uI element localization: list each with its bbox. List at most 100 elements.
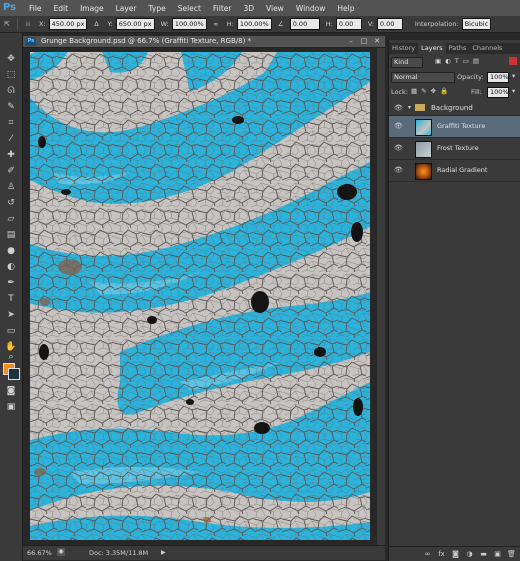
layer-row-radial[interactable]: 👁 Radial Gradient	[389, 160, 520, 182]
type-icon[interactable]: T	[5, 293, 17, 305]
link-icon[interactable]: ∞	[211, 19, 221, 29]
lock-icons[interactable]: ▦✎✥🔒	[411, 87, 452, 95]
menu-filter[interactable]: Filter	[213, 4, 232, 13]
x-label: X:	[39, 20, 46, 28]
canvas-area[interactable]	[23, 48, 385, 545]
h-field[interactable]: 100.00%	[236, 18, 272, 30]
graffiti-texture-image[interactable]	[30, 52, 370, 540]
zoom-icon[interactable]: ⌕	[5, 351, 17, 363]
gradient-icon[interactable]: ▤	[5, 229, 17, 241]
hskew-label: H:	[325, 20, 333, 28]
folder-icon	[415, 104, 425, 111]
close-icon[interactable]: ✕	[371, 37, 383, 46]
document-icon: Ps	[26, 37, 36, 46]
screen-mode-icon[interactable]: ▣	[5, 401, 17, 413]
group-icon[interactable]: ▬	[479, 550, 488, 559]
history-brush-icon[interactable]: ↺	[5, 197, 17, 209]
layer-row-frost[interactable]: 👁 Frost Texture	[389, 138, 520, 160]
vertical-scrollbar[interactable]	[377, 48, 385, 545]
zoom-level[interactable]: 66.67%	[27, 549, 52, 557]
fill-label: Fill:	[471, 88, 482, 96]
layer-name: Radial Gradient	[437, 166, 488, 174]
minimize-icon[interactable]: –	[345, 37, 357, 46]
menu-layer[interactable]: Layer	[116, 4, 137, 13]
layer-group-background[interactable]: 👁 ▾ Background	[389, 101, 520, 116]
maximize-icon[interactable]: □	[358, 37, 370, 46]
tab-paths[interactable]: Paths	[446, 43, 470, 54]
eyedropper-icon[interactable]: ⁄	[5, 133, 17, 145]
eraser-icon[interactable]: ▱	[5, 213, 17, 225]
menu-edit[interactable]: Edit	[54, 4, 69, 13]
y-field[interactable]: 650.00 px	[115, 18, 155, 30]
blur-icon[interactable]: ●	[5, 245, 17, 257]
layers-panel: History Layers Paths Channels Kind ▣◐T▭▤…	[388, 40, 520, 561]
mask-icon[interactable]: ◙	[451, 550, 460, 559]
path-select-icon[interactable]: ➤	[5, 309, 17, 321]
menu-help[interactable]: Help	[337, 4, 354, 13]
background-color-swatch[interactable]	[8, 368, 20, 380]
w-field[interactable]: 100.00%	[171, 18, 207, 30]
menu-image[interactable]: Image	[80, 4, 104, 13]
link-icon[interactable]: ∞	[423, 550, 432, 559]
menu-3d[interactable]: 3D	[243, 4, 254, 13]
graffiti-artwork	[30, 52, 370, 540]
hskew-field[interactable]: 0.00	[335, 18, 362, 30]
fx-icon[interactable]: fx	[437, 550, 446, 559]
filter-kind-select[interactable]: Kind	[391, 57, 423, 68]
quick-mask-icon[interactable]: ◙	[5, 385, 17, 397]
brush-icon[interactable]: ✐	[5, 165, 17, 177]
fill-dropdown-icon[interactable]: ▾	[512, 87, 515, 95]
lock-row: Lock: ▦✎✥🔒 Fill: 100% ▾	[391, 86, 519, 98]
new-layer-icon[interactable]: ▣	[493, 550, 502, 559]
document-tab[interactable]: Ps Grunge Background.psd @ 66.7% (Graffi…	[23, 36, 385, 48]
blend-mode-select[interactable]: Normal	[391, 72, 455, 83]
tab-layers[interactable]: Layers	[418, 43, 446, 54]
move-tool-icon[interactable]: ✥	[5, 53, 17, 65]
toolbox: ✥ ⬚ ᘏ ✎ ⌗ ⁄ ✚ ✐ ♙ ↺ ▱ ▤ ● ◐ ✒ T ➤ ▭ ✋ ⌕ …	[0, 33, 23, 561]
menu-file[interactable]: File	[29, 4, 42, 13]
vskew-field[interactable]: 0.00	[376, 18, 403, 30]
document-size: Doc: 3.35M/11.8M	[89, 549, 149, 557]
separator	[17, 18, 18, 30]
opacity-field[interactable]: 100%	[487, 72, 509, 83]
opacity-dropdown-icon[interactable]: ▾	[512, 72, 515, 80]
menu-select[interactable]: Select	[178, 4, 201, 13]
chevron-down-icon[interactable]: ▾	[408, 104, 411, 111]
eye-icon[interactable]: 👁	[394, 104, 403, 113]
quick-select-icon[interactable]: ✎	[5, 101, 17, 113]
menu-type[interactable]: Type	[149, 4, 166, 13]
lasso-icon[interactable]: ᘏ	[5, 85, 17, 97]
layer-thumbnail	[415, 141, 432, 158]
tool-preset-icon[interactable]: ⇱	[2, 19, 12, 29]
h-label: H:	[226, 20, 234, 28]
tab-channels[interactable]: Channels	[469, 43, 505, 54]
status-menu-icon[interactable]: ▶	[161, 549, 166, 556]
status-info-icon[interactable]: ◉	[57, 548, 65, 556]
marquee-icon[interactable]: ⬚	[5, 69, 17, 81]
eye-icon[interactable]: 👁	[394, 144, 403, 153]
layer-row-graffiti[interactable]: 👁 Graffiti Texture	[389, 116, 520, 138]
filter-toggle-icon[interactable]	[509, 57, 517, 65]
dodge-icon[interactable]: ◐	[5, 261, 17, 273]
tab-history[interactable]: History	[389, 43, 418, 54]
eye-icon[interactable]: 👁	[394, 122, 403, 131]
fill-field[interactable]: 100%	[487, 87, 509, 98]
reference-point-icon[interactable]: ⁞⁞	[23, 19, 33, 29]
trash-icon[interactable]: 🗑	[507, 550, 516, 559]
crop-icon[interactable]: ⌗	[5, 117, 17, 129]
delta-icon: Δ	[94, 20, 99, 28]
document-title: Grunge Background.psd @ 66.7% (Graffiti …	[41, 37, 252, 45]
panel-tabs: History Layers Paths Channels	[389, 43, 520, 54]
filter-icons[interactable]: ▣◐T▭▤	[435, 57, 483, 65]
shape-icon[interactable]: ▭	[5, 325, 17, 337]
interpolation-select[interactable]: Bicubic	[461, 18, 492, 30]
angle-field[interactable]: 0.00	[289, 18, 320, 30]
x-field[interactable]: 450.00 px	[48, 18, 88, 30]
menu-window[interactable]: Window	[296, 4, 326, 13]
stamp-icon[interactable]: ♙	[5, 181, 17, 193]
pen-icon[interactable]: ✒	[5, 277, 17, 289]
menu-view[interactable]: View	[266, 4, 284, 13]
healing-icon[interactable]: ✚	[5, 149, 17, 161]
adjustment-icon[interactable]: ◑	[465, 550, 474, 559]
eye-icon[interactable]: 👁	[394, 166, 403, 175]
